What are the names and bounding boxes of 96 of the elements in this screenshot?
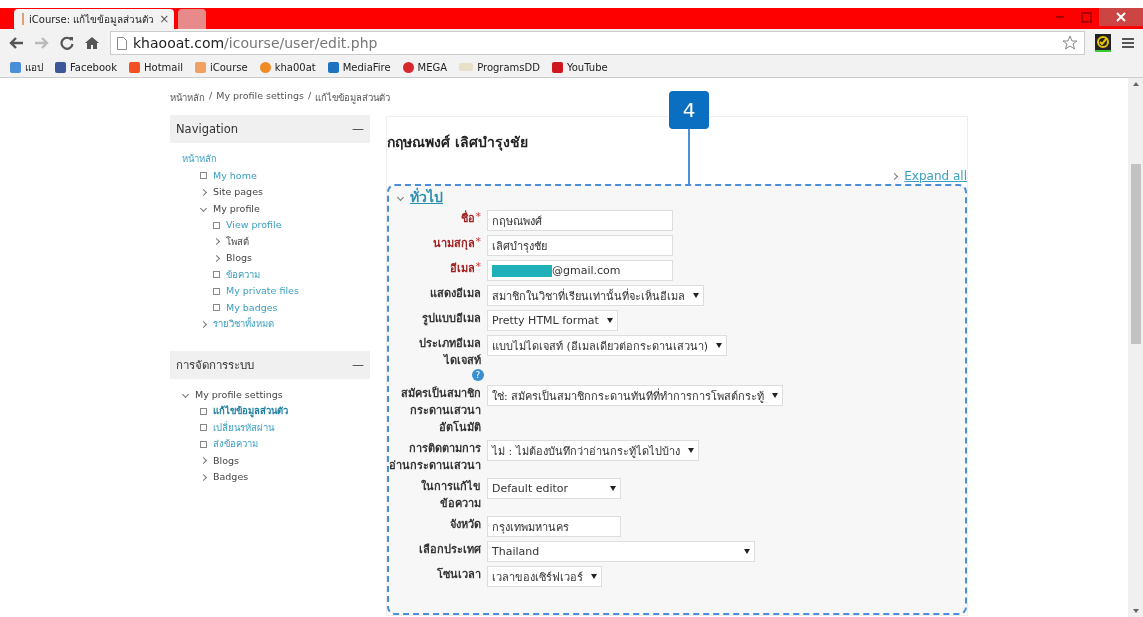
bookmark-icon [551, 61, 563, 73]
field-label: อีเมล [449, 261, 475, 277]
input-field[interactable]: กรุงเทพมหานคร [487, 516, 621, 537]
field-label: นามสกุล [432, 236, 475, 252]
browser-tab[interactable]: iCourse: แก้ไขข้อมูลส่วนตัว × [14, 9, 174, 29]
nav-item[interactable]: My profile settings [195, 386, 283, 403]
input-field[interactable]: @gmail.com [487, 260, 673, 281]
page-icon [117, 36, 127, 50]
field-label: จังหวัด [450, 517, 481, 533]
bookmark[interactable]: YouTube [551, 61, 608, 73]
required-mark: * [475, 235, 481, 249]
step-number-badge: 4 [669, 91, 709, 129]
nav-item[interactable]: โพสต์ [226, 233, 249, 250]
breadcrumb-link[interactable]: หน้าหลัก [170, 90, 205, 105]
field-label: ชื่อ [460, 210, 475, 227]
required-mark: * [475, 260, 481, 274]
block-title: การจัดการระบบ [176, 356, 254, 374]
collapse-icon[interactable]: — [352, 122, 364, 136]
user-name-heading: กฤษณพงศ์ เลิศบำรุงชัย [387, 133, 529, 153]
field-label: สมัครเป็นสมาชิกกระดานเสวนาอัตโนมัติ [400, 385, 481, 436]
address-bar[interactable]: khaooat.com/icourse/user/edit.php [110, 31, 1085, 55]
home-icon[interactable] [84, 36, 100, 50]
caret-icon [744, 549, 750, 554]
field-label: โซนเวลา [437, 566, 481, 583]
close-icon[interactable]: × [159, 12, 170, 26]
caret-icon [687, 448, 694, 453]
breadcrumb-separator: / [209, 90, 213, 103]
extension-icon[interactable] [1095, 34, 1111, 52]
nav-item[interactable]: Blogs [226, 250, 252, 267]
field-label: เลือกประเทศ [419, 542, 481, 558]
nav-item[interactable]: Blogs [213, 452, 239, 469]
bookmark[interactable]: Facebook [55, 61, 117, 73]
bookmark[interactable]: iCourse [195, 61, 248, 73]
redaction-bar [492, 264, 552, 277]
dropdown[interactable]: Default editor [487, 478, 621, 499]
reload-icon[interactable] [60, 36, 74, 50]
caret-icon [591, 574, 597, 579]
dropdown[interactable]: แบบไม่ไดเจสท์ (อีเมลเดียวต่อกระดานเสวนา) [487, 335, 728, 356]
dropdown[interactable]: Pretty HTML format [487, 310, 618, 331]
menu-icon[interactable] [1121, 37, 1135, 49]
caret-icon [606, 318, 613, 323]
bullet-icon [213, 304, 220, 312]
bullet-icon [213, 271, 220, 279]
field-label: การติดตามการอ่านกระดานเสวนา [389, 441, 481, 474]
breadcrumb-separator: / [307, 90, 312, 103]
scroll-down-icon[interactable] [1132, 609, 1139, 613]
nav-item[interactable]: Badges [213, 469, 249, 486]
bullet-icon [213, 221, 220, 229]
nav-item[interactable]: Site pages [213, 184, 263, 201]
bookmark-icon [259, 61, 271, 73]
collapse-icon[interactable]: — [352, 357, 364, 372]
input-field[interactable]: เลิศบำรุงชัย [487, 235, 673, 256]
star-icon[interactable] [1062, 35, 1078, 51]
nav-item[interactable]: My profile [213, 200, 260, 217]
dropdown[interactable]: เวลาของเซิร์ฟเวอร์ [487, 566, 602, 587]
bookmark-icon [327, 61, 339, 73]
close-icon[interactable] [1099, 8, 1143, 26]
breadcrumb-link[interactable]: My profile settings [216, 90, 304, 105]
bookmark-icon [402, 61, 414, 73]
caret-icon [716, 343, 723, 348]
bullet-icon [200, 440, 207, 448]
field-label: ในการแก้ไขข้อความ [420, 478, 481, 512]
caret-icon [610, 486, 616, 491]
field-label: แสดงอีเมล [430, 286, 481, 302]
breadcrumb-link[interactable]: แก้ไขข้อมูลส่วนตัว [315, 90, 391, 105]
bullet-icon [200, 424, 207, 432]
scrollbar-thumb[interactable] [1130, 164, 1141, 344]
caret-icon [772, 393, 779, 398]
dropdown[interactable]: สมาชิกในวิชาที่เรียนเท่านั้นที่จะเห็นอีเมล [487, 285, 704, 306]
field-label: รูปแบบอีเมล [422, 311, 481, 327]
dropdown[interactable]: ใช่: สมัครเป็นสมาชิกกระดานทันทีที่ทำการการโพสต์กระทู้ [487, 385, 784, 406]
input-field[interactable]: กฤษณพงศ์ [487, 210, 673, 231]
bookmark[interactable]: Hotmail [129, 61, 183, 73]
block-title: Navigation [176, 122, 239, 136]
back-arrow-icon[interactable] [8, 36, 24, 50]
bookmark[interactable]: แอป [10, 59, 43, 75]
bullet-icon [213, 287, 220, 295]
bullet-icon [200, 407, 207, 415]
bookmark[interactable]: kha00at [259, 61, 316, 73]
nav-item[interactable]: แก้ไขข้อมูลส่วนตัว [213, 403, 288, 420]
bookmark-icon [195, 61, 206, 73]
scrollbar[interactable] [1128, 78, 1143, 617]
bookmark-icon [129, 61, 140, 73]
dropdown[interactable]: ไม่ : ไม่ต้องบันทึกว่าอ่านกระทู้ไดไปบ้าง [487, 440, 699, 461]
required-mark: * [475, 210, 481, 224]
bullet-icon [200, 172, 207, 180]
field-label: ประเภทอีเมลไดเจสท์ [418, 336, 481, 369]
scroll-up-icon[interactable] [1132, 82, 1139, 86]
bookmark[interactable]: ProgramsDD [459, 61, 540, 73]
bookmark[interactable]: MEGA [402, 61, 448, 73]
bookmark[interactable]: MediaFire [327, 61, 391, 73]
dropdown[interactable]: Thailand [487, 541, 755, 562]
grid-icon [10, 61, 21, 73]
caret-icon [693, 293, 699, 298]
bookmark-icon [55, 61, 66, 73]
bookmark-icon [459, 63, 474, 71]
